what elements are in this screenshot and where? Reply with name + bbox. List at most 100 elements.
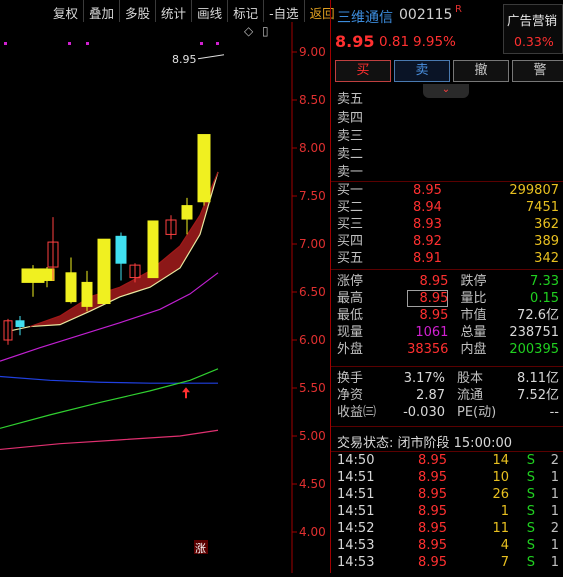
candle-body	[115, 235, 127, 264]
bid-row[interactable]: 买二 8.94 7451	[337, 199, 559, 216]
eps-label: 收益㈢	[337, 405, 377, 420]
tick-row[interactable]: 14:50 8.95 14 S 2	[337, 452, 559, 469]
low-label: 最低	[337, 308, 364, 323]
tick-time: 14:50	[337, 453, 375, 468]
candle-body	[39, 268, 55, 281]
signal-dot	[86, 42, 89, 45]
tick-count: 1	[550, 555, 559, 570]
collapse-chevron-icon[interactable]: ⌄	[423, 84, 469, 98]
ma-pink-line	[0, 429, 219, 451]
bid-row[interactable]: 买四 8.92 389	[337, 233, 559, 250]
tick-count: 1	[550, 504, 559, 519]
alert-button[interactable]: 警	[512, 60, 563, 82]
ask-4-label: 卖四	[337, 111, 364, 126]
y-tick-label: 6.50	[299, 285, 326, 299]
tick-row[interactable]: 14:51 8.95 10 S 1	[337, 469, 559, 486]
bid-volume: 362	[534, 217, 559, 232]
y-tick-label: 8.00	[299, 141, 326, 155]
bid-table: 买一 8.95 299807 买二 8.94 7451 买三 8.93 362 …	[337, 182, 559, 267]
price-change-percent: 9.95%	[413, 34, 456, 50]
bid-label: 买一	[337, 183, 364, 198]
bid-row[interactable]: 买一 8.95 299807	[337, 182, 559, 199]
limit-up-label: 涨停	[337, 274, 364, 289]
current-volume-label: 现量	[337, 325, 364, 340]
total-volume-value: 238751	[509, 325, 559, 340]
toolbar-draw-line-button[interactable]: 画线	[191, 0, 227, 22]
candle-body	[197, 134, 211, 203]
sector-name[interactable]: 广告营销	[507, 10, 557, 29]
bid-price: 8.93	[413, 217, 442, 232]
low-value: 8.95	[419, 308, 449, 323]
share-capital-label: 股本	[457, 371, 484, 386]
panel-toggle-icon[interactable]: ▯	[262, 24, 269, 38]
tick-count: 1	[550, 487, 559, 502]
tick-time: 14:51	[337, 470, 375, 485]
toolbar-mark-button[interactable]: 标记	[227, 0, 263, 22]
float-shares-value: 7.52亿	[517, 388, 559, 403]
y-tick-label: 6.00	[299, 333, 326, 347]
inner-volume-label: 内盘	[460, 342, 487, 357]
signal-dot	[200, 42, 203, 45]
tick-volume: 26	[492, 487, 509, 502]
bid-volume: 299807	[509, 183, 559, 198]
tick-side: S	[526, 453, 535, 468]
tick-row[interactable]: 14:53 8.95 4 S 1	[337, 537, 559, 554]
bid-price: 8.92	[413, 234, 442, 249]
tick-row[interactable]: 14:51 8.95 26 S 1	[337, 486, 559, 503]
toolbar-statistics-button[interactable]: 统计	[155, 0, 191, 22]
toolbar-overlay-button[interactable]: 叠加	[83, 0, 119, 22]
toolbar-remove-watchlist-button[interactable]: -自选	[263, 0, 304, 22]
tick-price: 8.95	[418, 555, 447, 570]
tick-side: S	[526, 470, 535, 485]
buy-button[interactable]: 买	[335, 60, 391, 82]
tick-row[interactable]: 14:52 8.95 11 S 2	[337, 520, 559, 537]
margin-trading-badge: R	[455, 4, 462, 15]
high-label: 最高	[337, 291, 364, 306]
trade-buttons: 买 卖 撤 警	[335, 60, 563, 82]
cancel-order-button[interactable]: 撤	[453, 60, 509, 82]
buy-signal-arrow-icon	[182, 387, 190, 399]
current-volume-value: 1061	[415, 325, 449, 340]
chart-toolbar: 复权 叠加 多股 统计 画线 标记 -自选 返回	[48, 0, 340, 22]
ask-5-label: 卖五	[337, 92, 364, 107]
inner-volume-value: 200395	[509, 342, 559, 357]
pe-value: --	[549, 405, 559, 420]
limit-up-value: 8.95	[419, 274, 449, 289]
candle-body	[181, 205, 193, 220]
bid-volume: 389	[534, 234, 559, 249]
tick-count: 1	[550, 538, 559, 553]
last-price-arrow	[197, 54, 225, 60]
diamond-icon[interactable]: ◇	[244, 24, 253, 38]
signal-dot	[4, 42, 7, 45]
y-tick-label: 4.00	[299, 525, 326, 539]
tick-volume: 10	[492, 470, 509, 485]
stock-code: 002115	[399, 7, 453, 23]
sector-change: 0.33%	[514, 34, 554, 49]
turnover-label: 换手	[337, 371, 364, 386]
y-tick-label: 7.50	[299, 189, 326, 203]
bid-price: 8.94	[413, 200, 442, 215]
bid-label: 买四	[337, 234, 364, 249]
kline-chart[interactable]: 9.00 8.50 8.00 7.50 7.00 6.50 6.00 5.50 5.00 4.50…	[0, 22, 330, 573]
tick-row[interactable]: 14:53 8.95 7 S 1	[337, 554, 559, 571]
tick-price: 8.95	[418, 538, 447, 553]
bid-row[interactable]: 买三 8.93 362	[337, 216, 559, 233]
bid-label: 买三	[337, 217, 364, 232]
total-volume-label: 总量	[460, 325, 487, 340]
tick-volume: 1	[500, 504, 509, 519]
divider-line	[331, 426, 563, 427]
outer-volume-label: 外盘	[337, 342, 364, 357]
limit-down-value: 7.33	[530, 274, 559, 289]
toolbar-multi-stock-button[interactable]: 多股	[119, 0, 155, 22]
sell-button[interactable]: 卖	[394, 60, 450, 82]
quote-panel: 三维通信 002115 R 8.95 0.81 9.95% 广告营销 0.33%…	[331, 0, 563, 573]
trade-status: 交易状态: 闭市阶段 15:00:00	[337, 436, 513, 451]
toolbar-fuquan-button[interactable]: 复权	[48, 0, 83, 22]
bid-label: 买五	[337, 251, 364, 266]
bid-label: 买二	[337, 200, 364, 215]
tick-list[interactable]: 14:50 8.95 14 S 2 14:51 8.95 10 S 1 14:51 8.95 26 S 1 1…	[337, 452, 559, 571]
bid-row[interactable]: 买五 8.91 342	[337, 250, 559, 267]
candle-body	[65, 272, 77, 303]
y-tick-label: 5.50	[299, 381, 326, 395]
tick-row[interactable]: 14:51 8.95 1 S 1	[337, 503, 559, 520]
